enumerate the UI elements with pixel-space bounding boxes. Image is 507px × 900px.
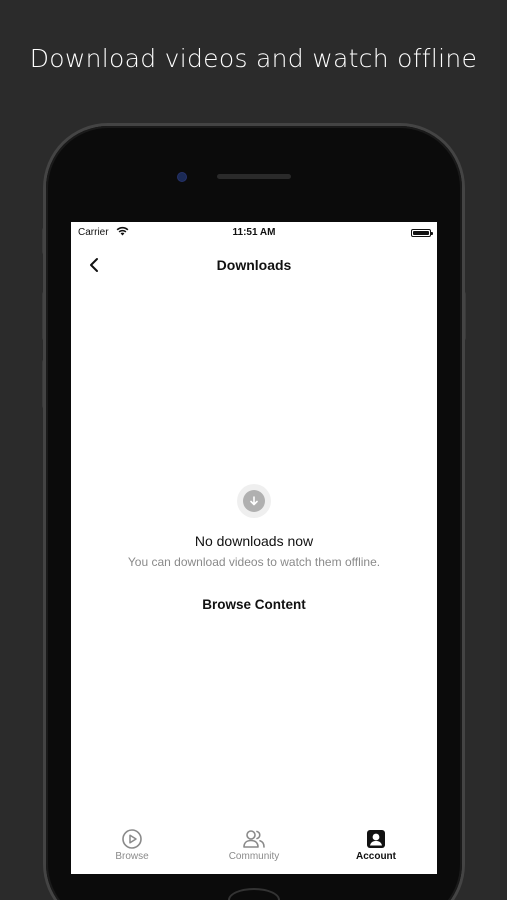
tab-label-account: Account: [356, 851, 396, 862]
phone-power-button: [462, 292, 466, 340]
front-camera: [178, 173, 186, 181]
account-icon: [367, 830, 385, 848]
users-icon: [243, 830, 265, 848]
status-time: 11:51 AM: [232, 227, 276, 238]
tab-label-browse: Browse: [115, 851, 149, 862]
navigation-bar: Downloads: [71, 252, 437, 280]
tab-bar: Browse Community Account: [71, 824, 437, 868]
tab-account[interactable]: Account: [315, 824, 437, 862]
download-icon-badge: [237, 484, 271, 518]
empty-state-title: No downloads now: [194, 533, 314, 549]
empty-state: No downloads now You can download videos…: [71, 484, 437, 614]
earpiece-speaker: [217, 174, 291, 179]
tab-browse[interactable]: Browse: [71, 824, 193, 862]
tab-label-community: Community: [228, 851, 280, 862]
status-bar: Carrier 11:51 AM: [71, 222, 437, 242]
tab-community[interactable]: Community: [193, 824, 315, 862]
play-circle-icon: [122, 829, 142, 849]
empty-state-subtitle: You can download videos to watch them of…: [127, 555, 381, 569]
page-title: Downloads: [216, 257, 292, 273]
promo-headline: Download videos and watch offline: [29, 44, 478, 73]
download-arrow-icon: [250, 496, 258, 506]
app-screen: Carrier 11:51 AM Downloads No downloads …: [71, 222, 437, 874]
battery-icon: [411, 229, 433, 237]
browse-content-button[interactable]: Browse Content: [202, 597, 306, 612]
